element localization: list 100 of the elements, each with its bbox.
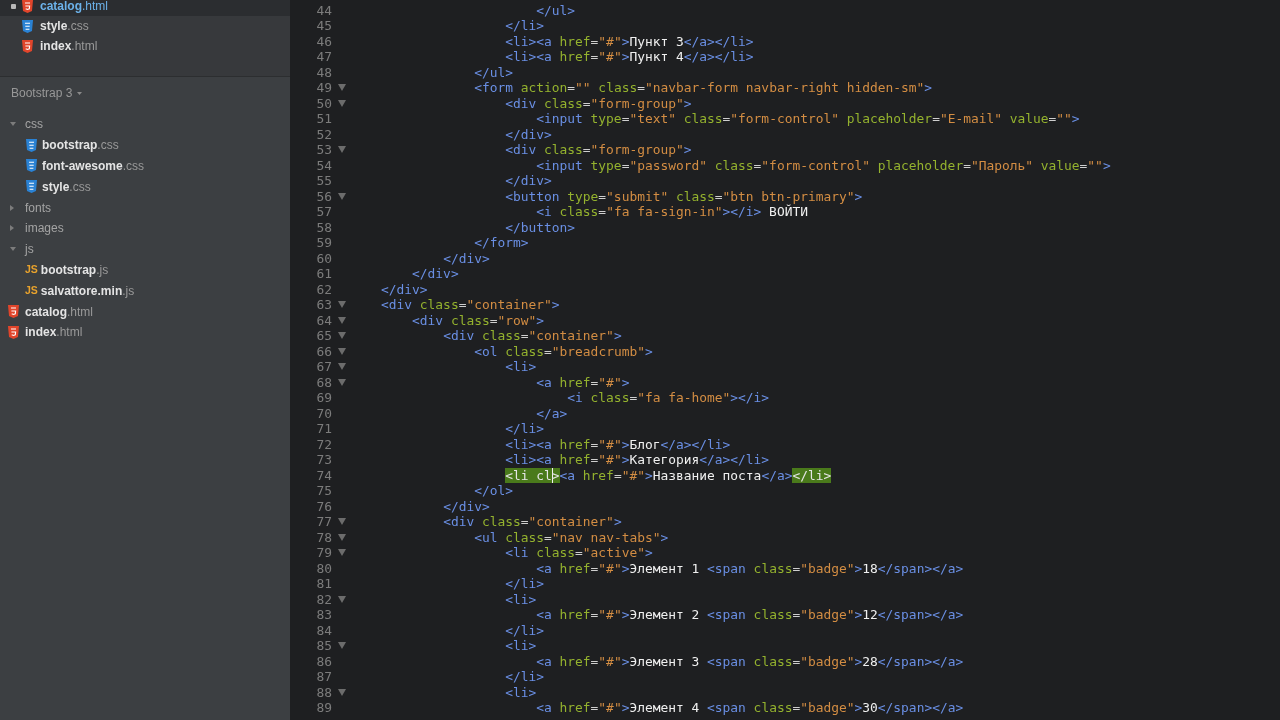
line-number: 55	[315, 173, 332, 189]
code-line: <form action="" class="navbar-form navbar-right hidden-sm">	[474, 80, 933, 96]
project-dropdown[interactable]: Bootstrap 3	[11, 85, 83, 101]
code-line: </div>	[505, 173, 552, 189]
line-number: 74	[315, 467, 332, 483]
caret-down-icon[interactable]	[338, 192, 346, 200]
caret-down-icon[interactable]	[338, 347, 346, 355]
open-file-item[interactable]: catalog.html	[0, 0, 290, 16]
code-line: </li>	[505, 669, 544, 685]
line-number: 68	[315, 374, 332, 390]
file-item[interactable]: bootstrap.css	[0, 134, 290, 156]
line-number: 84	[315, 622, 332, 638]
css-file-icon	[26, 159, 37, 173]
folder-item[interactable]: css	[0, 114, 290, 135]
line-number: 80	[315, 560, 332, 576]
code-line: </ol>	[474, 483, 513, 499]
caret-down-icon[interactable]	[338, 84, 346, 92]
caret-down-icon[interactable]	[338, 363, 346, 371]
code-line: <li>	[505, 638, 537, 654]
code-line: <li><a href="#">Пункт 4</a></li>	[505, 49, 754, 65]
line-number: 70	[315, 405, 332, 421]
line-number: 56	[315, 188, 332, 204]
folder-item[interactable]: fonts	[0, 197, 290, 218]
line-number: 52	[315, 126, 332, 142]
html-file-icon	[8, 305, 19, 319]
open-file-item[interactable]: index.html	[0, 36, 290, 56]
line-number: 77	[315, 514, 332, 530]
line-number: 58	[315, 219, 332, 235]
caret-down-icon[interactable]	[338, 688, 346, 696]
line-number: 53	[315, 142, 332, 158]
caret-down-icon[interactable]	[338, 99, 346, 107]
line-number: 89	[315, 700, 332, 716]
line-number: 59	[315, 235, 332, 251]
line-number: 83	[315, 607, 332, 623]
line-number: 78	[315, 529, 332, 545]
line-number: 50	[315, 95, 332, 111]
line-number: 85	[315, 638, 332, 654]
line-number: 69	[315, 390, 332, 406]
line-number: 72	[315, 436, 332, 452]
file-item[interactable]: index.html	[0, 321, 290, 343]
code-line: <div class="container">	[381, 297, 560, 313]
file-item[interactable]: JS salvattore.min.js	[0, 280, 290, 302]
code-line: <ul class="nav nav-tabs">	[474, 529, 669, 545]
code-line: </li>	[505, 421, 544, 437]
line-number: 48	[315, 64, 332, 80]
code-line: <div class="container">	[443, 328, 622, 344]
code-line: </a>	[536, 405, 568, 421]
file-item[interactable]: JS bootstrap.js	[0, 259, 290, 281]
line-number: 54	[315, 157, 332, 173]
code-line: <a href="#">	[536, 374, 630, 390]
file-item[interactable]: catalog.html	[0, 301, 290, 322]
open-file-item[interactable]: style.css	[0, 16, 290, 36]
caret-down-icon[interactable]	[338, 642, 346, 650]
code-line: <div class="form-group">	[505, 142, 692, 158]
code-line: <a href="#">Элемент 3 <span class="badge">28</span></a>	[536, 653, 964, 669]
line-number: 66	[315, 343, 332, 359]
caret-down-icon[interactable]	[338, 518, 346, 526]
line-number: 71	[315, 421, 332, 437]
line-number: 62	[315, 281, 332, 297]
code-line: <a href="#">Элемент 4 <span class="badge">30</span></a>	[536, 700, 964, 716]
code-line: </div>	[412, 266, 459, 282]
code-line: </div>	[443, 498, 490, 514]
code-line: <input type="text" class="form-control" placeholder="E-mail" value="">	[536, 111, 1080, 127]
caret-down-icon[interactable]	[338, 146, 346, 154]
code-line: </ul>	[536, 2, 576, 18]
caret-down-icon[interactable]	[338, 332, 346, 340]
caret-down-icon[interactable]	[338, 301, 346, 309]
code-line: <li class="active">	[505, 545, 653, 561]
caret-down-icon[interactable]	[338, 316, 346, 324]
js-file-icon: JS	[25, 285, 38, 297]
line-number: 75	[315, 483, 332, 499]
code-line: </button>	[505, 219, 576, 235]
caret-down-icon[interactable]	[338, 595, 346, 603]
caret-down-icon[interactable]	[338, 378, 346, 386]
code-line: <input type="password" class="form-control" placeholder="Пароль" value="">	[536, 157, 1111, 173]
file-item[interactable]: font-awesome.css	[0, 155, 290, 177]
html-file-icon	[22, 0, 33, 13]
line-number: 67	[315, 359, 332, 375]
code-line: </ul>	[474, 64, 513, 80]
line-number: 88	[315, 684, 332, 700]
code-line: <li>	[505, 684, 537, 700]
html-file-icon	[8, 325, 19, 339]
file-item[interactable]: style.css	[0, 176, 290, 198]
code-line: <li><a href="#">Блог</a></li>	[505, 436, 731, 452]
code-line: <li>	[505, 591, 537, 607]
line-number: 46	[315, 33, 332, 49]
css-file-icon	[26, 138, 37, 152]
line-number: 81	[315, 576, 332, 592]
line-number: 44	[315, 2, 332, 18]
caret-down-icon[interactable]	[338, 533, 346, 541]
caret-down-icon[interactable]	[338, 549, 346, 557]
code-line: </li>	[505, 576, 544, 592]
line-number: 76	[315, 498, 332, 514]
folder-item[interactable]: images	[0, 218, 290, 239]
code-line: <button type="submit" class="btn btn-primary">	[505, 188, 863, 204]
folder-item[interactable]: js	[0, 238, 290, 260]
code-line: <div class="form-group">	[505, 95, 692, 111]
code-line: </div>	[443, 250, 490, 266]
line-number: 64	[315, 312, 332, 328]
js-file-icon: JS	[25, 264, 38, 276]
